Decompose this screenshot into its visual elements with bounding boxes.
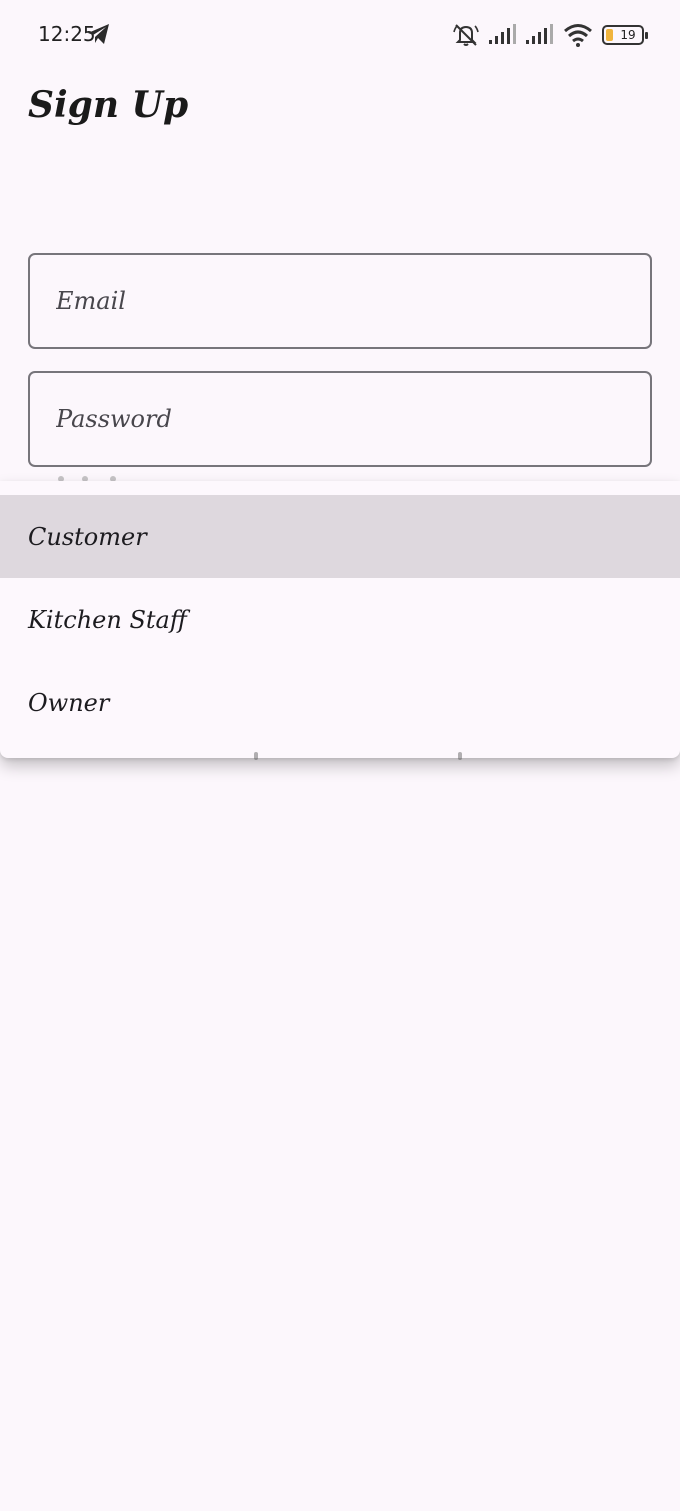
- bell-muted-icon: [453, 24, 479, 46]
- obscured-text: [250, 752, 470, 762]
- password-field[interactable]: [28, 371, 652, 467]
- menu-item-kitchen-staff[interactable]: Kitchen Staff: [0, 578, 680, 661]
- telegram-icon: [88, 24, 109, 44]
- menu-item-owner[interactable]: Owner: [0, 661, 680, 744]
- battery-level: 19: [620, 28, 636, 42]
- page-title: Sign Up: [28, 84, 189, 126]
- menu-item-label: Owner: [28, 688, 110, 717]
- password-input[interactable]: [30, 373, 650, 465]
- wifi-icon: [564, 24, 592, 47]
- signal-icon: [489, 24, 516, 44]
- signal-icon: [526, 24, 553, 44]
- email-field[interactable]: [28, 253, 652, 349]
- menu-item-label: Kitchen Staff: [28, 605, 187, 634]
- battery-icon: 19: [602, 25, 648, 45]
- sign-up-screen: 12:25 19 Sign Up Email Customer Kitchen …: [0, 0, 680, 1511]
- email-input[interactable]: [30, 255, 650, 347]
- status-icons: 19: [452, 20, 648, 50]
- battery-fill: [606, 29, 613, 41]
- status-bar: 12:25 19: [0, 0, 680, 70]
- menu-item-label: Customer: [28, 522, 147, 551]
- menu-item-customer[interactable]: Customer: [0, 495, 680, 578]
- role-dropdown-menu: Customer Kitchen Staff Owner: [0, 481, 680, 758]
